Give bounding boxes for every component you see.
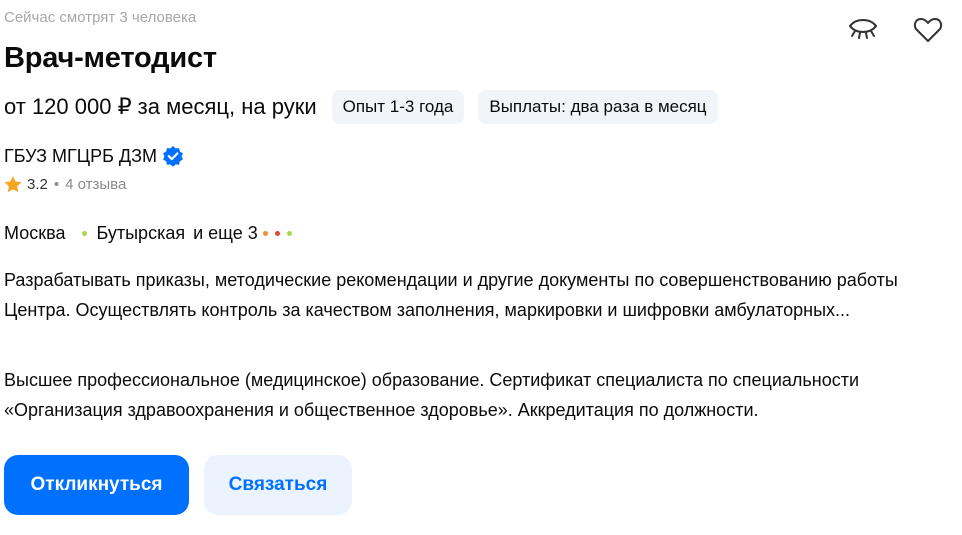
eye-closed-icon	[849, 19, 877, 39]
contact-button[interactable]: Связаться	[204, 455, 352, 515]
star-icon	[4, 176, 22, 193]
rating-row: 3.2 • 4 отзыва	[3, 175, 126, 194]
salary-row: от 120 000 ₽ за месяц, на руки Опыт 1-3 …	[4, 90, 732, 124]
favorite-button[interactable]	[910, 12, 946, 48]
city: Москва	[4, 223, 66, 243]
employer-link[interactable]: ГБУЗ МГЦРБ ДЗМ	[4, 145, 184, 167]
rating-separator: •	[53, 176, 60, 193]
respond-button[interactable]: Откликнуться	[4, 455, 189, 515]
metro-line-dots	[262, 231, 299, 236]
experience-chip: Опыт 1-3 года	[331, 90, 465, 124]
payouts-chip: Выплаты: два раза в месяц	[478, 90, 718, 124]
more-metro-link[interactable]: и еще 3	[193, 223, 258, 244]
viewers-count: Сейчас смотрят 3 человека	[4, 9, 197, 26]
metro-line-dot	[286, 231, 292, 236]
location-row: Москва Бутырская и еще 3	[4, 223, 299, 244]
salary: от 120 000 ₽ за месяц, на руки	[4, 94, 317, 119]
metro-line-dot	[262, 231, 268, 236]
employer-name: ГБУЗ МГЦРБ ДЗМ	[4, 145, 157, 166]
vacancy-title: Врач-методист	[4, 42, 217, 74]
metro-line-dot	[274, 231, 280, 236]
heart-icon	[913, 18, 943, 42]
rating-value: 3.2	[27, 176, 48, 193]
reviews-link[interactable]: 4 отзыва	[65, 176, 126, 193]
requirements-text: Высшее профессиональное (медицинское) об…	[4, 370, 860, 420]
metro-station: Бутырская	[96, 223, 186, 243]
metro-line-dot	[82, 231, 88, 236]
responsibilities-text: Разрабатывать приказы, методические реко…	[4, 270, 898, 320]
verified-badge-icon	[162, 145, 184, 167]
hide-vacancy-button[interactable]	[845, 12, 881, 48]
